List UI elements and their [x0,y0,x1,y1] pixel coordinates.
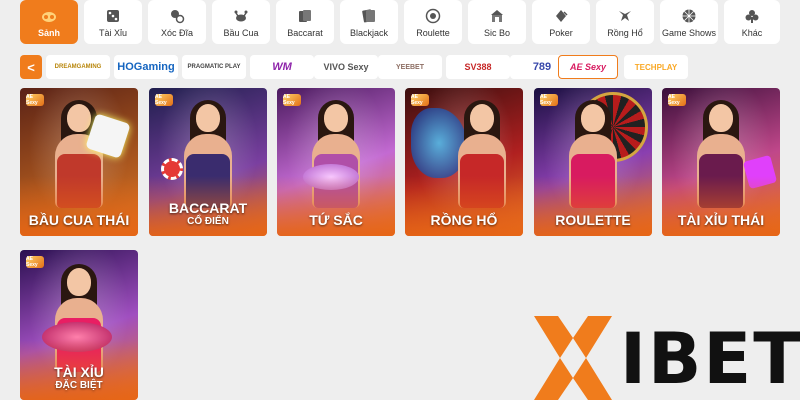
dragon-tiger-icon [617,8,633,24]
game-subtitle: ĐẶC BIỆT [55,380,103,391]
disc-icon [169,8,185,24]
game-card-tai-xiu-thai[interactable]: AE Sexy TÀI XỈU THÁI [662,88,780,236]
game-subtitle: CỔ ĐIỂN [187,216,229,227]
provider-wm[interactable]: WM [250,55,314,79]
provider-dreamgaming[interactable]: DREAMGAMING [46,55,110,79]
game-card-baccarat[interactable]: AE Sexy BACCARAT CỔ ĐIỂN [149,88,267,236]
provider-strip: < DREAMGAMING HOGaming PRAGMATIC PLAY WM… [20,54,688,80]
tab-rong-ho[interactable]: Rồng Hổ [596,0,654,44]
provider-hogaming[interactable]: HOGaming [114,55,178,79]
provider-badge: AE Sexy [26,256,44,268]
game-card-rong-ho[interactable]: AE Sexy RỒNG HỔ [405,88,523,236]
provider-label: SV388 [464,62,492,72]
provider-label: VIVO Sexy [323,62,369,72]
game-card-roulette[interactable]: AE Sexy ROULETTE [534,88,652,236]
provider-label: YEEBET [395,63,424,71]
game-title: RỒNG HỔ [430,212,498,228]
roulette-icon [425,8,441,24]
tab-label: Roulette [416,28,450,38]
tab-label: Khác [741,28,763,38]
tab-roulette[interactable]: Roulette [404,0,462,44]
game-title: BACCARAT [168,200,248,216]
cards-icon [297,8,313,24]
provider-pragmatic-play[interactable]: PRAGMATIC PLAY [182,55,246,79]
tab-xoc-dia[interactable]: Xóc Đĩa [148,0,206,44]
game-title: TÀI XỈU [54,364,104,380]
game-title: ROULETTE [555,212,631,228]
game-card-tu-sac[interactable]: AE Sexy TỨ SẮC [277,88,395,236]
card-title-block: TÀI XỈU THÁI [662,212,780,228]
card-title-block: BACCARAT CỔ ĐIỂN [149,200,267,228]
provider-vivo[interactable]: VIVO Sexy [314,55,378,79]
provider-badge: AE Sexy [668,94,686,106]
provider-prev-button[interactable]: < [20,55,42,79]
card-title-block: TÀI XỈU ĐẶC BIỆT [20,364,138,392]
tab-blackjack[interactable]: Blackjack [340,0,398,44]
tab-label: Blackjack [349,28,388,38]
club-icon [744,8,760,24]
tab-label: Rồng Hổ [607,28,643,38]
tab-label: Tài Xỉu [98,28,127,38]
tab-label: Sic Bo [483,28,510,38]
provider-label: PRAGMATIC PLAY [187,64,241,70]
provider-badge: AE Sexy [26,94,44,106]
provider-badge: AE Sexy [283,94,301,106]
tab-label: Baccarat [287,28,323,38]
provider-label: WM [272,61,292,73]
game-card-bau-cua-thai[interactable]: AE Sexy BẦU CUA THÁI [20,88,138,236]
game-title: BẦU CUA THÁI [28,212,130,228]
provider-label: DREAMGAMING [54,64,102,70]
ibet-logo: IBET [534,316,800,400]
tab-bau-cua[interactable]: Bầu Cua [212,0,270,44]
provider-badge: AE Sexy [540,94,558,106]
tab-label: Xóc Đĩa [160,28,193,38]
chevron-left-icon: < [27,59,35,75]
logo-wordmark: IBET [620,318,800,400]
tab-label: Bầu Cua [223,28,259,38]
provider-badge: AE Sexy [155,94,173,106]
tab-poker[interactable]: Poker [532,0,590,44]
tab-label: Sảnh [37,28,60,38]
tab-lobby[interactable]: Sảnh [20,0,78,44]
tab-other[interactable]: Khác [724,0,780,44]
wheel-icon [681,8,697,24]
category-tabs: Sảnh Tài Xỉu Xóc Đĩa Bầu Cua Baccarat Bl… [20,0,780,44]
dice-icon [105,8,121,24]
game-title: TỨ SẮC [309,212,363,228]
x-mark-icon [534,316,612,400]
tab-tai-xiu[interactable]: Tài Xỉu [84,0,142,44]
crab-icon [233,8,249,24]
provider-label: 789 [532,61,552,73]
game-card-tai-xiu-dac-biet[interactable]: AE Sexy TÀI XỈU ĐẶC BIỆT [20,250,138,400]
provider-label: HOGaming [117,61,175,73]
card-title-block: RỒNG HỔ [405,212,523,228]
tab-sic-bo[interactable]: Sic Bo [468,0,526,44]
tab-baccarat[interactable]: Baccarat [276,0,334,44]
provider-sv388[interactable]: SV388 [446,55,510,79]
live-lobby-icon [41,8,57,24]
card-title-block: ROULETTE [534,212,652,228]
provider-label: TECHPLAY [634,62,678,72]
provider-label: AE Sexy [569,62,607,72]
provider-yeebet[interactable]: YEEBET [378,55,442,79]
card-title-block: BẦU CUA THÁI [20,212,138,228]
blackjack-cards-icon [361,8,377,24]
tab-label: Poker [549,28,573,38]
game-title: TÀI XỈU THÁI [677,212,765,228]
poker-chip-icon [553,8,569,24]
provider-badge: AE Sexy [411,94,429,106]
tab-label: Game Shows [661,28,717,38]
sicbo-icon [489,8,505,24]
provider-techplay[interactable]: TECHPLAY [624,55,688,79]
card-title-block: TỨ SẮC [277,212,395,228]
tab-game-shows[interactable]: Game Shows [660,0,718,44]
provider-ae-sexy[interactable]: AE Sexy [558,55,618,79]
